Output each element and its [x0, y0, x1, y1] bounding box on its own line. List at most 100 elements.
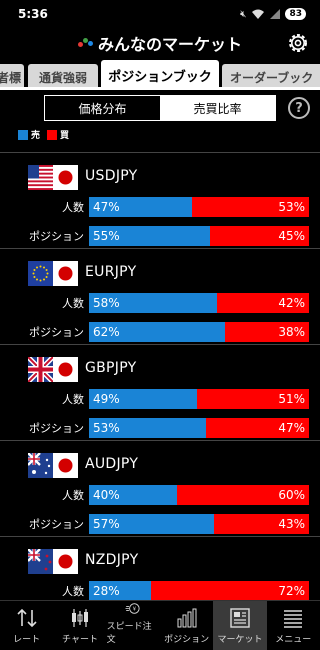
nav-speed-order[interactable]: ¥ スピード注文 [107, 601, 160, 650]
nav-label: スピード注文 [106, 622, 152, 645]
buy-segment: 60% [177, 485, 309, 505]
nav-candlestick-chart[interactable]: チャート [53, 601, 106, 650]
app-title: みんなのマーケット [97, 35, 242, 54]
count-label: 人数 [62, 585, 84, 598]
nav-menu-list[interactable]: メニュー [267, 601, 320, 650]
buy-segment: 43% [214, 514, 309, 534]
buy-segment: 53% [192, 197, 309, 217]
tab-order-book[interactable]: オーダーブック [222, 64, 320, 87]
us-flag-icon [28, 165, 53, 190]
position-ratio-bar: 62% 38% [89, 322, 309, 342]
au-flag-icon [28, 453, 53, 478]
position-ratio-bar: 53% 47% [89, 418, 309, 438]
app-header: みんなのマーケット [0, 28, 320, 58]
newspaper-icon [230, 608, 250, 628]
segment-price-distribution[interactable]: 価格分布 [45, 96, 160, 120]
pair-flags [28, 453, 78, 478]
tab-indicator[interactable]: 者標 [0, 64, 24, 87]
nav-rate-arrows[interactable]: レート [0, 601, 53, 650]
svg-text:¥: ¥ [133, 607, 137, 613]
sell-segment: 57% [89, 514, 215, 534]
sell-segment: 49% [89, 389, 197, 409]
count-ratio-bar: 58% 42% [89, 293, 309, 313]
sell-segment: 47% [89, 197, 193, 217]
sell-swatch [18, 129, 28, 140]
eu-flag-icon [28, 261, 53, 286]
legend: 売 買 [18, 128, 69, 141]
pair-list[interactable]: USDJPY 人数 47% 53% ポジション 55% 45% EURJPY 人数 58% 42% ポ… [0, 144, 320, 600]
gear-icon[interactable] [286, 31, 310, 55]
wifi-icon [252, 9, 265, 19]
sell-segment: 58% [89, 293, 217, 313]
buy-segment: 51% [196, 389, 309, 409]
tab-position-book[interactable]: ポジションブック [101, 60, 219, 87]
pair-row-eurjpy[interactable]: EURJPY 人数 58% 42% ポジション 62% 38% [0, 248, 320, 344]
nav-label: マーケット [217, 635, 263, 645]
count-label: 人数 [62, 297, 84, 310]
uk-flag-icon [28, 357, 53, 382]
pair-name: EURJPY [85, 264, 137, 280]
count-ratio-bar: 28% 72% [89, 581, 309, 600]
nav-label: レート [13, 635, 41, 645]
nav-label: チャート [62, 635, 98, 645]
mute-icon: 🔇︎ [240, 8, 247, 20]
pair-flags [28, 357, 78, 382]
market-tabs: 者標 通貨強弱 ポジションブック オーダーブック [0, 60, 320, 90]
position-label: ポジション [29, 518, 84, 531]
position-label: ポジション [29, 422, 84, 435]
buy-segment: 72% [150, 581, 309, 600]
jp-flag-icon [53, 165, 78, 190]
pair-flags [28, 549, 78, 574]
position-bars-icon [177, 608, 197, 628]
count-label: 人数 [62, 489, 84, 502]
status-icons: 🔇︎ 83 [240, 8, 306, 20]
pair-row-usdjpy[interactable]: USDJPY 人数 47% 53% ポジション 55% 45% [0, 152, 320, 248]
pair-flags [28, 165, 78, 190]
pair-name: AUDJPY [85, 456, 139, 472]
pair-row-nzdjpy[interactable]: NZDJPY 人数 28% 72% [0, 536, 320, 600]
pair-name: GBPJPY [85, 360, 137, 376]
legend-sell-label: 売 [31, 131, 41, 141]
count-ratio-bar: 49% 51% [89, 389, 309, 409]
sell-segment: 28% [89, 581, 151, 600]
jp-flag-icon [53, 357, 78, 382]
jp-flag-icon [53, 261, 78, 286]
app-logo-icon [77, 38, 94, 48]
position-label: ポジション [29, 230, 84, 243]
status-time: 5:36 [18, 7, 48, 21]
signal-icon [270, 9, 281, 19]
segment-buy-sell-ratio[interactable]: 売買比率 [160, 96, 275, 120]
nav-position-bars[interactable]: ポジション [160, 601, 213, 650]
jp-flag-icon [53, 453, 78, 478]
nav-label: ポジション [164, 635, 210, 645]
rate-arrows-icon [17, 608, 37, 628]
buy-segment: 47% [205, 418, 309, 438]
count-label: 人数 [62, 201, 84, 214]
legend-buy-label: 買 [60, 131, 70, 141]
pair-row-gbpjpy[interactable]: GBPJPY 人数 49% 51% ポジション 53% 47% [0, 344, 320, 440]
nav-newspaper[interactable]: マーケット [213, 601, 267, 650]
position-ratio-bar: 55% 45% [89, 226, 309, 246]
buy-segment: 45% [210, 226, 309, 246]
count-ratio-bar: 40% 60% [89, 485, 309, 505]
status-bar: 5:36 🔇︎ 83 [0, 0, 320, 28]
view-segment: 価格分布 売買比率 [44, 95, 276, 121]
nav-label: メニュー [275, 635, 312, 645]
count-ratio-bar: 47% 53% [89, 197, 309, 217]
position-ratio-bar: 57% 43% [89, 514, 309, 534]
pair-flags [28, 261, 78, 286]
sell-segment: 53% [89, 418, 206, 438]
help-icon[interactable]: ? [288, 97, 310, 119]
jp-flag-icon [53, 549, 78, 574]
pair-row-audjpy[interactable]: AUDJPY 人数 40% 60% ポジション 57% 43% [0, 440, 320, 536]
tab-currency-strength[interactable]: 通貨強弱 [28, 64, 98, 87]
buy-segment: 38% [225, 322, 309, 342]
battery-badge: 83 [285, 8, 306, 20]
bottom-nav: レート チャート ¥ スピード注文ポジション マーケット メニュー [0, 600, 320, 650]
speed-order-icon: ¥ [125, 603, 140, 614]
candlestick-chart-icon [71, 609, 88, 627]
buy-swatch [47, 129, 58, 140]
pair-name: NZDJPY [85, 552, 139, 568]
sell-segment: 55% [89, 226, 210, 246]
position-label: ポジション [29, 326, 84, 339]
